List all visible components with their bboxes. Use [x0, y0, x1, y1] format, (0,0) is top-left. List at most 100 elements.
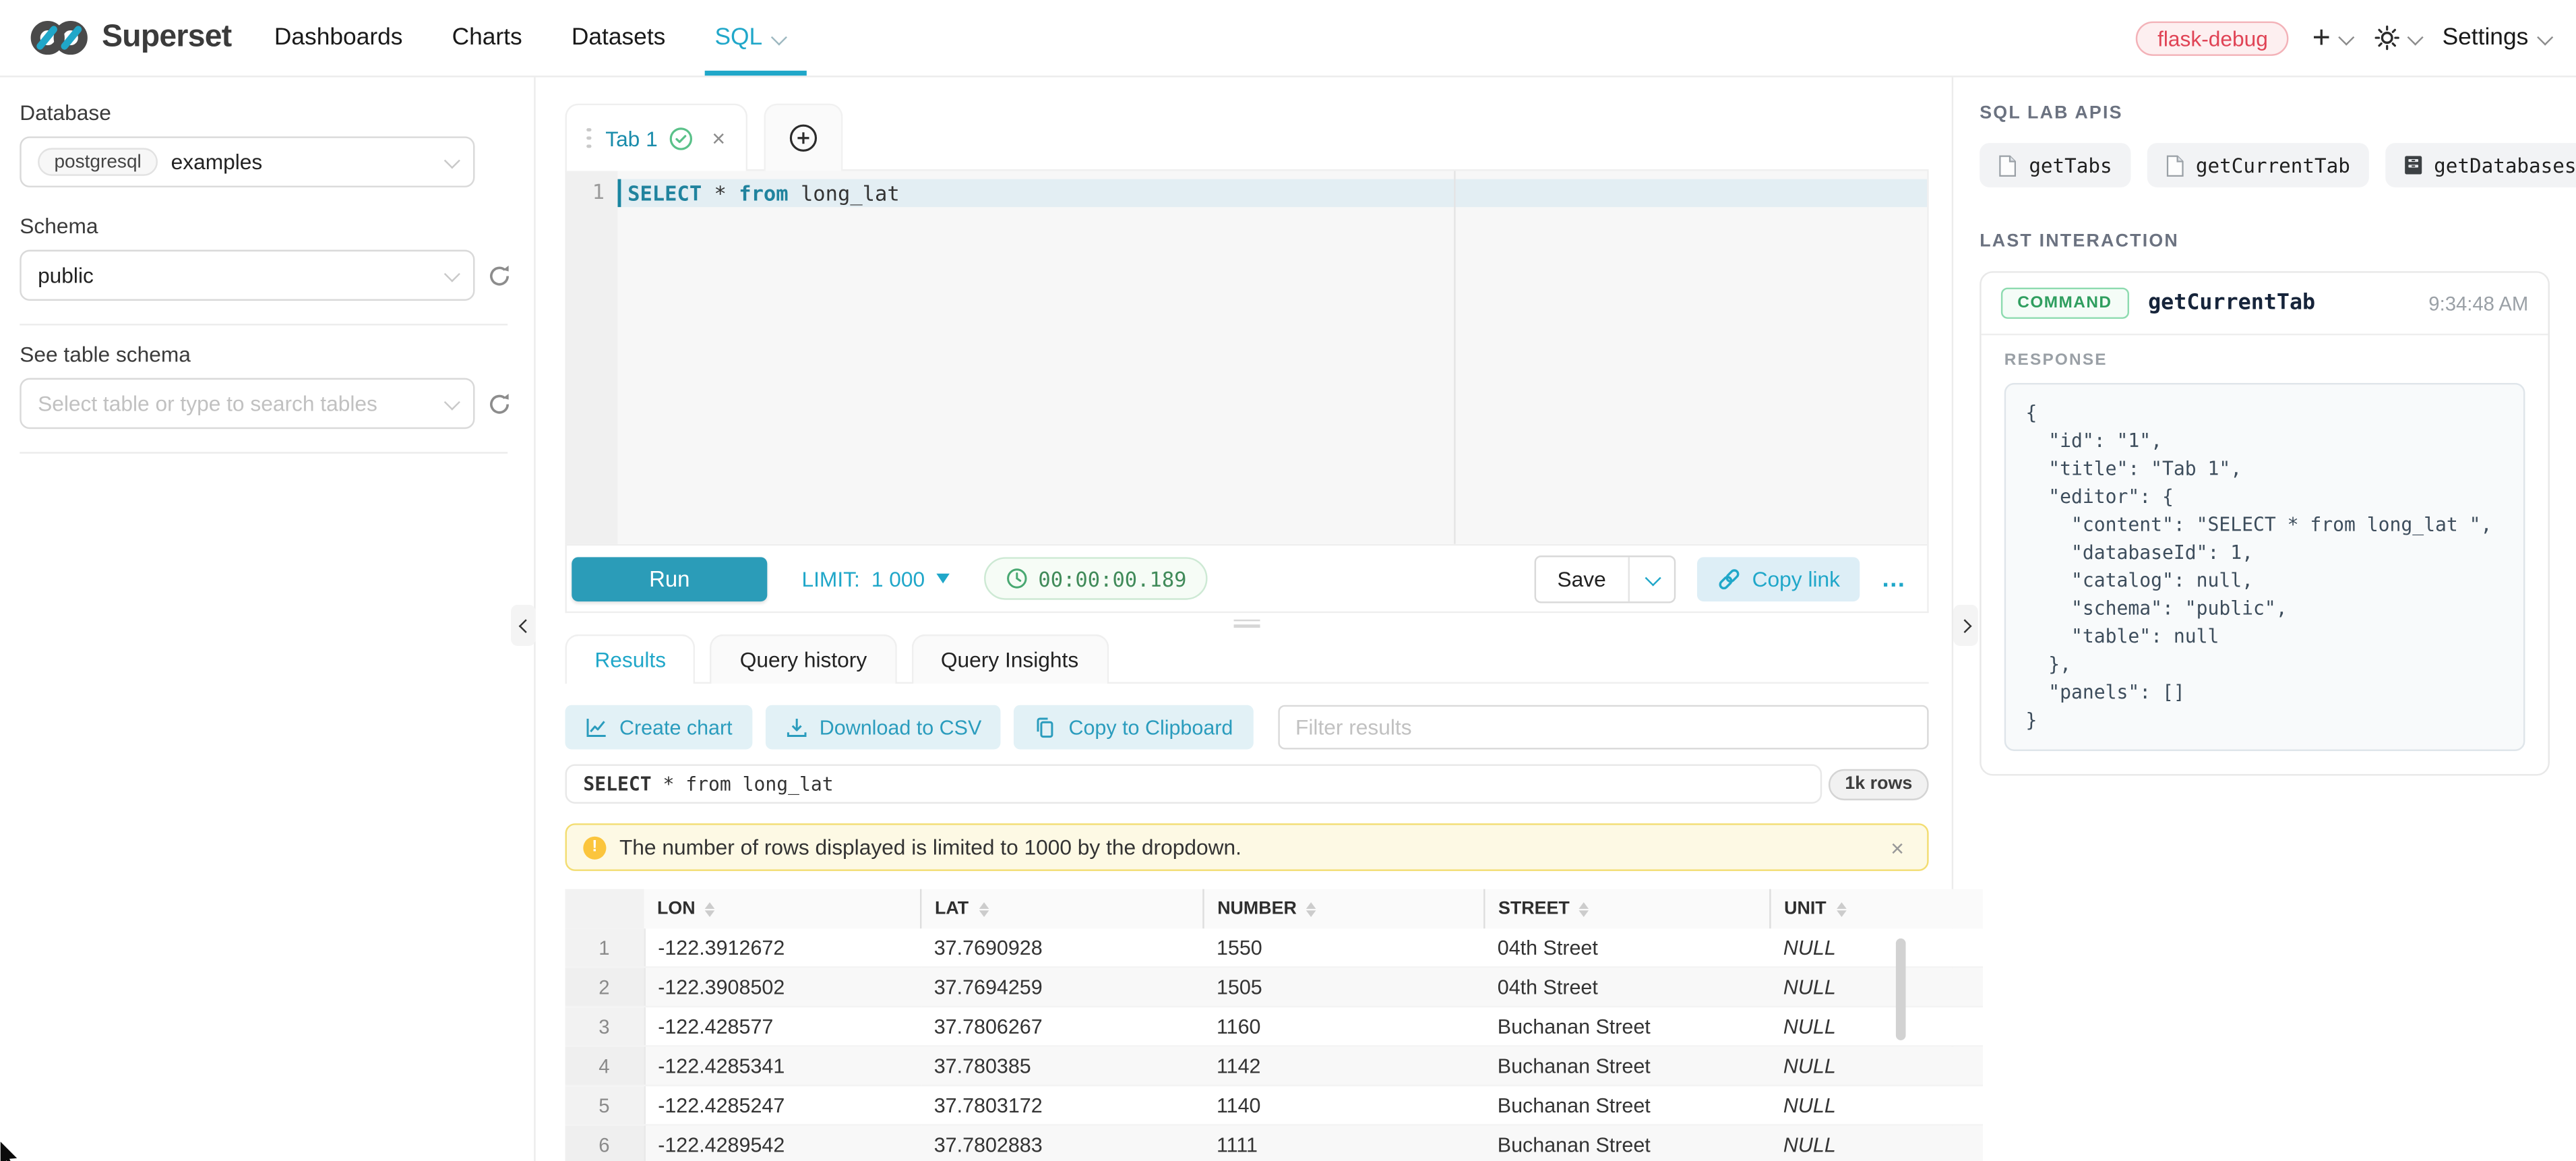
collapse-api-panel-handle[interactable]: [1953, 605, 1978, 646]
table-cell: -122.3912672: [644, 928, 921, 967]
close-tab-icon[interactable]: ×: [712, 125, 725, 151]
row-index: 1: [565, 928, 644, 967]
save-split-button: Save: [1534, 555, 1675, 603]
nav-item-sql[interactable]: SQL: [714, 0, 783, 76]
table-cell: NULL: [1770, 1046, 1983, 1085]
superset-logo[interactable]: Superset: [30, 16, 232, 59]
query-timer: 00:00:00.189: [984, 557, 1208, 599]
new-item-button[interactable]: +: [2312, 22, 2350, 53]
plus-icon: +: [2312, 22, 2331, 53]
tab-query-insights[interactable]: Query Insights: [911, 634, 1108, 684]
copy-link-button[interactable]: Copy link: [1696, 556, 1860, 601]
table-cell: NULL: [1770, 1125, 1983, 1161]
sql-editor-area: Tab 1 × 1: [536, 78, 1952, 1161]
limit-dropdown[interactable]: LIMIT: 1 000: [802, 566, 950, 591]
sql-text: long_lat: [789, 181, 900, 206]
database-select[interactable]: postgresql examples: [20, 136, 474, 187]
download-csv-button[interactable]: Download to CSV: [765, 705, 1001, 750]
settings-menu[interactable]: Settings: [2443, 25, 2550, 51]
limit-value: 1 000: [871, 566, 925, 591]
tab-results[interactable]: Results: [565, 634, 696, 684]
database-value: examples: [171, 150, 263, 175]
refresh-icon: [487, 262, 513, 289]
superset-logo-icon: [30, 16, 89, 59]
refresh-tables-button[interactable]: [487, 390, 513, 417]
apis-title: SQL LAB APIS: [1980, 104, 2550, 123]
nav-item-dashboards[interactable]: Dashboards: [274, 0, 403, 76]
response-json: { "id": "1", "title": "Tab 1", "editor":…: [2025, 399, 2503, 735]
drag-handle-icon[interactable]: [586, 128, 590, 148]
results-table: LONLAT NUMBER STREET UNIT 1-122.3912672 37.7…: [565, 889, 1984, 1161]
column-header-number[interactable]: NUMBER: [1203, 889, 1484, 929]
sql-lab-page: Superset Dashboards Charts Datasets SQL …: [0, 0, 2576, 1161]
new-tab-button[interactable]: [763, 104, 842, 171]
nav-item-datasets[interactable]: Datasets: [572, 0, 666, 76]
query-preview[interactable]: SELECT * from long_lat: [565, 764, 1822, 804]
plus-circle-icon: [788, 123, 818, 153]
print-margin-line: [1454, 171, 1455, 544]
table-cell: -122.4289542: [644, 1125, 921, 1161]
nav-item-charts[interactable]: Charts: [452, 0, 522, 76]
table-cell: 37.780385: [921, 1046, 1203, 1085]
chevron-left-icon: [518, 618, 532, 632]
line-number: 1: [567, 179, 605, 204]
chevron-down-icon: [444, 394, 460, 411]
schema-value: public: [38, 263, 94, 288]
editor-tabstrip: Tab 1 ×: [565, 95, 1929, 171]
save-button[interactable]: Save: [1536, 556, 1628, 601]
collapse-sidebar-handle[interactable]: [511, 605, 536, 646]
sidebar-divider: [20, 324, 508, 325]
response-code-block: { "id": "1", "title": "Tab 1", "editor":…: [2004, 383, 2525, 751]
schema-sidebar: Database postgresql examples Schema publ…: [0, 78, 536, 1161]
nav-item-sql-label: SQL: [714, 25, 762, 51]
column-header-lon[interactable]: LON: [644, 889, 921, 929]
row-index: 5: [565, 1085, 644, 1125]
get-tabs-button[interactable]: getTabs: [1980, 143, 2130, 187]
schema-select[interactable]: public: [20, 250, 474, 301]
table-cell: 04th Street: [1484, 928, 1770, 967]
sort-icon[interactable]: [1306, 901, 1316, 916]
sort-icon[interactable]: [979, 901, 989, 916]
more-options-button[interactable]: …: [1881, 564, 1907, 592]
tab-query-history[interactable]: Query history: [710, 634, 896, 684]
editor-gutter: 1: [567, 171, 618, 544]
vertical-scrollbar[interactable]: [1896, 939, 1906, 1040]
editor-code-area[interactable]: SELECT * from long_lat: [618, 171, 1928, 544]
table-cell: Buchanan Street: [1484, 1085, 1770, 1125]
column-header-lat[interactable]: LAT: [921, 889, 1203, 929]
database-label: Database: [20, 100, 520, 125]
filter-results-input[interactable]: [1277, 705, 1928, 750]
sql-code-editor[interactable]: 1 SELECT * from long_lat: [567, 171, 1927, 544]
column-header-unit[interactable]: UNIT: [1770, 889, 1983, 929]
row-index: 4: [565, 1046, 644, 1085]
theme-toggle[interactable]: [2373, 25, 2419, 51]
column-label: NUMBER: [1217, 899, 1297, 918]
table-cell: 37.7803172: [921, 1085, 1203, 1125]
copy-icon: [1034, 716, 1057, 739]
get-databases-button[interactable]: getDatabases: [2385, 143, 2576, 187]
sql-keyword: SELECT: [627, 181, 702, 206]
editor-tab-1[interactable]: Tab 1 ×: [565, 104, 747, 171]
close-alert-icon[interactable]: ×: [1884, 834, 1910, 860]
column-label: STREET: [1498, 899, 1570, 918]
save-options-button[interactable]: [1627, 556, 1673, 601]
sort-icon[interactable]: [1579, 901, 1589, 916]
create-chart-button[interactable]: Create chart: [565, 705, 752, 750]
sort-icon[interactable]: [705, 901, 715, 916]
column-header-street[interactable]: STREET: [1484, 889, 1770, 929]
run-button[interactable]: Run: [572, 556, 767, 601]
copy-clipboard-button[interactable]: Copy to Clipboard: [1014, 705, 1253, 750]
refresh-schemas-button[interactable]: [487, 262, 513, 289]
table-row: 6-122.428954237.78028831111Buchanan Stre…: [565, 1125, 1984, 1161]
sidebar-divider: [20, 452, 508, 453]
table-select[interactable]: Select table or type to search tables: [20, 378, 474, 429]
get-current-tab-button[interactable]: getCurrentTab: [2147, 143, 2368, 187]
command-badge: COMMAND: [2001, 288, 2128, 319]
table-cell: Buchanan Street: [1484, 1046, 1770, 1085]
table-body: 1-122.391267237.7690928155004th StreetNU…: [565, 928, 1984, 1161]
pane-resize-handle[interactable]: [565, 613, 1929, 632]
table-cell: 04th Street: [1484, 967, 1770, 1007]
results-actions: Create chart Download to CSV Copy t: [565, 705, 1929, 750]
interaction-body: RESPONSE { "id": "1", "title": "Tab 1", …: [1982, 335, 2548, 774]
sort-icon[interactable]: [1836, 901, 1846, 916]
